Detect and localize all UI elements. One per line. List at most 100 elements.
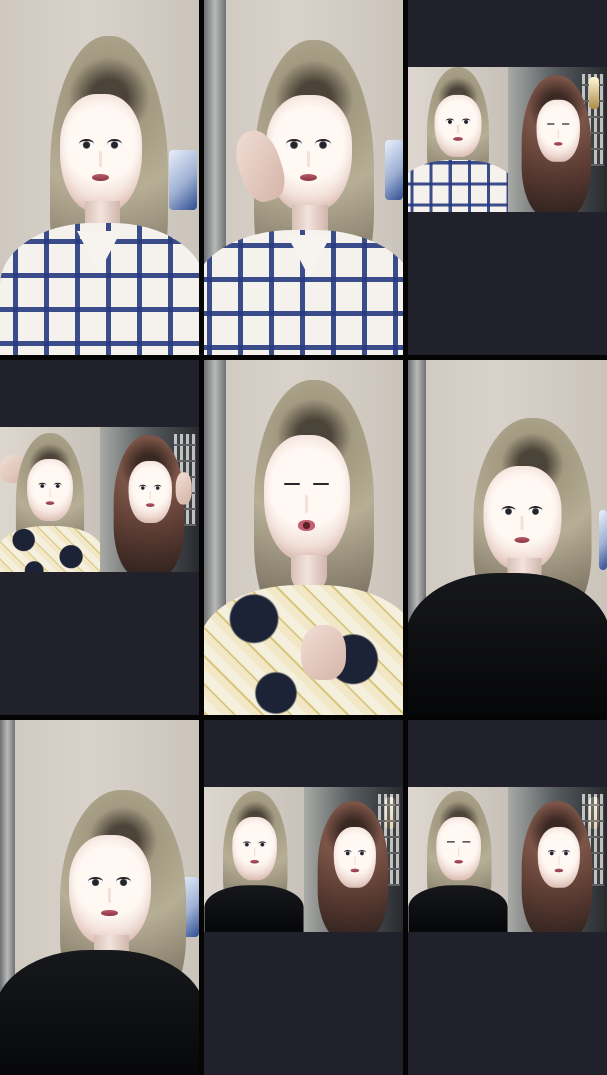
dark-hair-person — [103, 435, 196, 572]
left-eye — [37, 482, 47, 489]
nose — [253, 847, 256, 857]
right-eye — [562, 850, 571, 856]
face — [26, 459, 73, 522]
video-tile-4[interactable] — [0, 360, 199, 715]
nose — [457, 847, 460, 857]
nose — [304, 495, 309, 513]
mouth — [297, 520, 316, 532]
mouth — [514, 536, 530, 543]
video-tile-3[interactable] — [408, 0, 607, 355]
right-eye — [461, 841, 470, 843]
person-black-top — [0, 790, 199, 1075]
split-video-window — [408, 787, 607, 932]
patterned-top — [0, 526, 100, 572]
right-video-feed — [303, 787, 403, 932]
right-eye — [107, 138, 122, 150]
left-video-feed — [408, 67, 508, 212]
mouth — [453, 137, 463, 141]
nose — [456, 124, 459, 134]
nose — [48, 488, 51, 498]
nose — [98, 150, 103, 168]
black-top — [408, 573, 607, 715]
black-top — [408, 885, 508, 932]
right-eye — [561, 123, 570, 125]
shirt-collar — [286, 235, 331, 277]
right-video-feed — [99, 427, 199, 572]
blond-person — [408, 791, 508, 932]
face — [128, 461, 173, 524]
nose — [557, 129, 560, 139]
mouth — [299, 173, 318, 181]
blond-person — [408, 67, 508, 212]
black-top — [204, 885, 304, 932]
hand-at-necklace — [300, 625, 346, 680]
shirt-collar — [76, 231, 121, 273]
video-tile-2[interactable] — [204, 0, 403, 355]
left-eye — [501, 505, 516, 515]
right-eye — [461, 118, 471, 125]
blond-person — [204, 791, 304, 932]
nose — [520, 515, 524, 531]
right-eye — [358, 850, 367, 856]
left-eye — [139, 484, 148, 491]
left-eye — [242, 841, 251, 847]
mouth — [453, 860, 463, 864]
nose — [558, 856, 560, 865]
face — [538, 827, 581, 888]
person-black-top — [408, 418, 607, 715]
blond-person — [0, 433, 100, 572]
left-eye — [286, 139, 302, 150]
left-eye — [88, 876, 103, 887]
left-eye — [79, 138, 94, 150]
left-eye — [446, 841, 455, 843]
mouth — [554, 141, 563, 146]
face — [334, 827, 377, 888]
face — [59, 94, 142, 212]
plaid-shirt — [408, 160, 508, 212]
video-tile-8[interactable] — [204, 720, 403, 1075]
left-eye — [344, 850, 352, 856]
video-tile-9[interactable] — [408, 720, 607, 1075]
video-grid — [0, 0, 607, 1075]
left-eye — [547, 123, 556, 125]
video-tile-7[interactable] — [0, 720, 199, 1075]
right-eye — [153, 484, 162, 491]
person-plaid-shirt — [204, 40, 403, 355]
video-tile-5[interactable] — [204, 360, 403, 715]
face — [263, 435, 350, 560]
mouth — [249, 860, 259, 864]
nose — [354, 856, 356, 865]
hand — [175, 472, 193, 505]
video-tile-6[interactable] — [408, 360, 607, 715]
face — [536, 99, 581, 162]
split-video-window — [204, 787, 403, 932]
person-plaid-shirt — [0, 36, 199, 355]
face — [483, 466, 561, 570]
mouth — [554, 868, 564, 872]
dark-hair-person — [511, 801, 604, 932]
right-eye — [313, 482, 329, 485]
face — [68, 835, 151, 945]
right-eye — [116, 876, 131, 887]
mouth — [92, 174, 109, 182]
mouth — [45, 501, 55, 505]
nose — [149, 490, 152, 500]
right-video-feed — [507, 67, 607, 212]
right-eye — [257, 841, 266, 847]
right-eye — [53, 482, 62, 489]
left-video-feed — [204, 787, 304, 932]
face — [436, 817, 481, 881]
left-video-feed — [0, 427, 100, 572]
face — [232, 817, 277, 881]
video-tile-1[interactable] — [0, 0, 199, 355]
nose — [306, 150, 311, 167]
left-eye — [548, 850, 556, 856]
left-eye — [445, 118, 454, 125]
right-video-feed — [507, 787, 607, 932]
split-video-window — [408, 67, 607, 212]
mouth — [350, 868, 360, 872]
person-knit-sweater — [204, 380, 403, 715]
black-top — [0, 950, 199, 1075]
left-eye — [284, 482, 300, 485]
right-eye — [528, 505, 543, 515]
